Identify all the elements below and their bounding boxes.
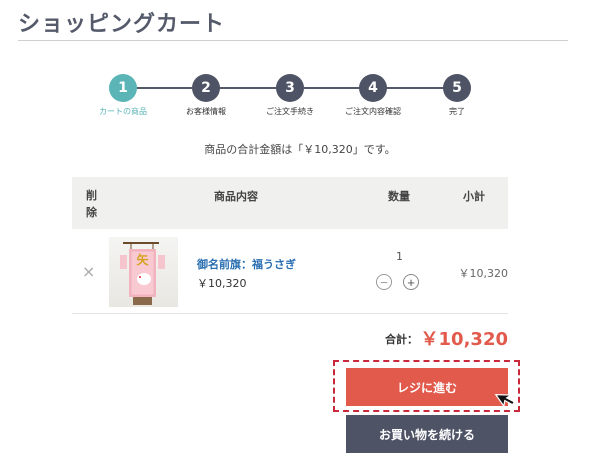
step-number: 2 [192, 74, 220, 102]
step-cart: 1 カートの商品 [78, 74, 168, 117]
mouse-cursor-icon [494, 393, 516, 408]
item-subtotal: ￥10,320 [458, 267, 509, 280]
title-divider [18, 40, 568, 41]
step-customer-info: 2 お客様情報 [161, 74, 251, 117]
header-remove: 削除 [86, 189, 97, 219]
header-quantity: 数量 [388, 190, 410, 203]
increase-quantity-button[interactable]: + [403, 274, 419, 290]
quantity-value: 1 [396, 250, 403, 263]
step-number: 3 [276, 74, 304, 102]
checkout-progress: 1 カートの商品 2 お客様情報 3 ご注文手続き 4 ご注文内容確認 5 完了 [0, 74, 600, 124]
product-thumbnail[interactable]: 矢 [109, 237, 178, 307]
remove-item-icon[interactable]: × [82, 262, 95, 281]
step-complete: 5 完了 [412, 74, 502, 117]
step-order-procedure: 3 ご注文手続き [245, 74, 335, 117]
cart-summary: 商品の合計金額は「￥10,320」です。 [204, 143, 396, 156]
name-banner-image: 矢 [120, 242, 165, 305]
header-subtotal: 小計 [463, 190, 485, 203]
continue-shopping-button[interactable]: お買い物を続ける [346, 415, 508, 453]
step-number: 5 [443, 74, 471, 102]
step-label: ご注文手続き [266, 107, 314, 116]
banner-text: 矢 [136, 252, 149, 267]
cart-item-row: × 矢 御名前旗：福うさぎ ￥10,320 1 − + ￥10,320 [72, 229, 508, 314]
total-amount: ￥10,320 [420, 329, 508, 350]
product-price: ￥10,320 [197, 277, 247, 290]
decrease-quantity-button[interactable]: − [376, 274, 392, 290]
product-name-link[interactable]: 御名前旗：福うさぎ [197, 256, 296, 272]
header-product: 商品内容 [214, 190, 258, 203]
step-label: カートの商品 [99, 107, 147, 116]
step-number: 4 [359, 74, 387, 102]
total-label: 合計： [385, 333, 418, 346]
step-label: 完了 [449, 107, 465, 116]
step-label: お客様情報 [186, 107, 226, 116]
step-label: ご注文内容確認 [345, 107, 401, 116]
step-order-confirm: 4 ご注文内容確認 [328, 74, 418, 117]
checkout-button[interactable]: レジに進む [346, 368, 508, 406]
cart-table-header: 削除 商品内容 数量 小計 [72, 177, 508, 229]
page-title: ショッピングカート [18, 12, 226, 37]
step-number: 1 [109, 74, 137, 102]
